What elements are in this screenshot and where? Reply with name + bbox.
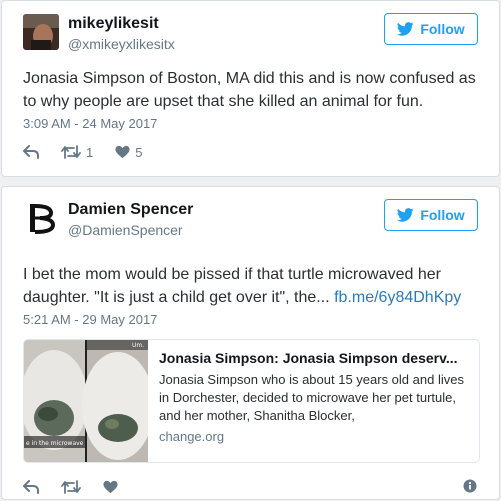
- avatar[interactable]: [23, 200, 59, 236]
- like-button[interactable]: 5: [115, 145, 142, 160]
- heart-icon: [103, 480, 118, 494]
- user-name[interactable]: Damien Spencer: [68, 201, 193, 219]
- retweet-count: 1: [86, 144, 94, 160]
- follow-button[interactable]: Follow: [384, 13, 478, 45]
- follow-button[interactable]: Follow: [384, 199, 478, 231]
- reply-button[interactable]: [23, 145, 39, 159]
- info-icon: [463, 479, 477, 493]
- reply-icon: [23, 145, 39, 159]
- heart-icon: [115, 145, 130, 159]
- tweet-text: Jonasia Simpson of Boston, MA did this a…: [23, 70, 476, 110]
- card-thumbnail: e in the microwave .. Um.: [24, 340, 148, 462]
- retweet-icon: [61, 480, 81, 494]
- card-image-caption-left: e in the microwave ..: [26, 440, 89, 447]
- follow-label: Follow: [420, 207, 465, 223]
- link-preview-card[interactable]: e in the microwave .. Um. Jonasia Simpso…: [23, 339, 480, 463]
- user-name[interactable]: mikeylikesit: [68, 15, 159, 33]
- tweet-text: I bet the mom would be pissed if that tu…: [23, 263, 481, 309]
- tweet-timestamp[interactable]: 3:09 AM - 24 May 2017: [23, 116, 157, 131]
- user-handle[interactable]: @xmikeyxlikesitx: [68, 36, 175, 52]
- card-body: Jonasia Simpson: Jonasia Simpson deserv.…: [148, 340, 479, 462]
- tweet-link[interactable]: fb.me/6y84DhKpy: [334, 289, 461, 306]
- tweet-card: mikeylikesit @xmikeyxlikesitx Follow Jon…: [1, 0, 500, 177]
- reply-icon: [23, 480, 39, 494]
- card-domain: change.org: [159, 429, 225, 444]
- retweet-icon: [61, 145, 81, 159]
- tweet-actions: 1 5: [23, 142, 481, 162]
- reply-button[interactable]: [23, 480, 39, 494]
- user-handle[interactable]: @DamienSpencer: [68, 222, 183, 238]
- info-button[interactable]: [463, 479, 477, 496]
- avatar[interactable]: [23, 14, 59, 50]
- tweet-card: Damien Spencer @DamienSpencer Follow I b…: [1, 186, 500, 500]
- tweet-actions: [23, 477, 481, 497]
- twitter-bird-icon: [397, 22, 414, 36]
- retweet-button[interactable]: [61, 480, 81, 494]
- like-button[interactable]: [103, 480, 118, 494]
- card-title: Jonasia Simpson: Jonasia Simpson deserv.…: [159, 350, 458, 366]
- card-image-caption-right: Um.: [132, 342, 144, 349]
- like-count: 5: [135, 144, 143, 160]
- card-description: Jonasia Simpson who is about 15 years ol…: [159, 372, 464, 423]
- retweet-button[interactable]: 1: [61, 145, 93, 160]
- tweet-timestamp[interactable]: 5:21 AM - 29 May 2017: [23, 312, 157, 327]
- twitter-bird-icon: [397, 208, 414, 222]
- follow-label: Follow: [420, 21, 465, 37]
